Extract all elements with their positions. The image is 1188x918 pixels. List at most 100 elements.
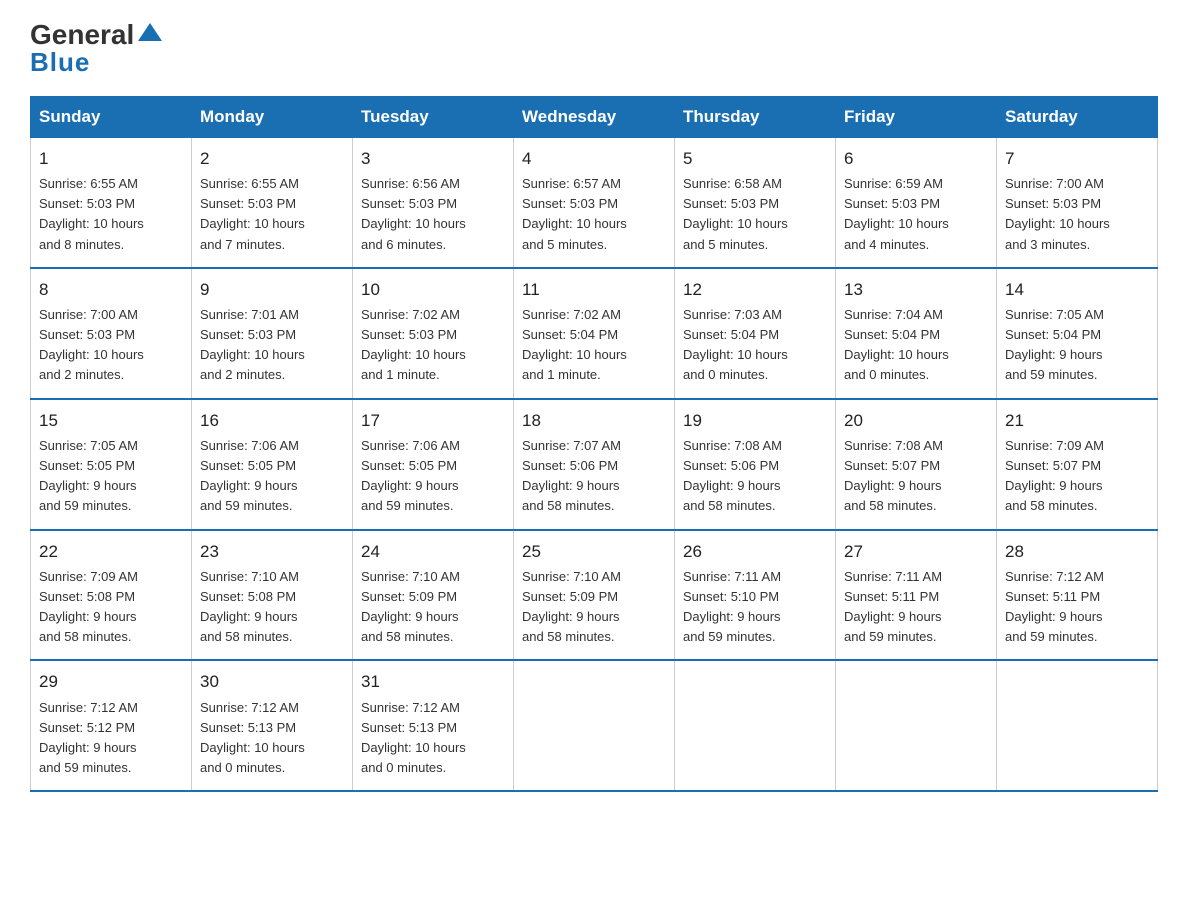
day-info: Sunrise: 6:57 AM Sunset: 5:03 PM Dayligh…	[522, 174, 666, 255]
day-number: 11	[522, 277, 666, 303]
day-number: 16	[200, 408, 344, 434]
day-info: Sunrise: 7:00 AM Sunset: 5:03 PM Dayligh…	[1005, 174, 1149, 255]
day-number: 12	[683, 277, 827, 303]
calendar-cell	[836, 660, 997, 791]
logo: General Blue	[30, 20, 164, 78]
calendar-cell: 4Sunrise: 6:57 AM Sunset: 5:03 PM Daylig…	[514, 137, 675, 267]
day-info: Sunrise: 7:12 AM Sunset: 5:12 PM Dayligh…	[39, 698, 183, 779]
calendar-cell: 15Sunrise: 7:05 AM Sunset: 5:05 PM Dayli…	[31, 399, 192, 530]
day-number: 18	[522, 408, 666, 434]
day-number: 6	[844, 146, 988, 172]
day-info: Sunrise: 7:06 AM Sunset: 5:05 PM Dayligh…	[361, 436, 505, 517]
day-number: 15	[39, 408, 183, 434]
day-number: 25	[522, 539, 666, 565]
header-monday: Monday	[192, 96, 353, 137]
day-info: Sunrise: 6:55 AM Sunset: 5:03 PM Dayligh…	[39, 174, 183, 255]
day-info: Sunrise: 7:12 AM Sunset: 5:13 PM Dayligh…	[200, 698, 344, 779]
calendar-cell: 31Sunrise: 7:12 AM Sunset: 5:13 PM Dayli…	[353, 660, 514, 791]
day-info: Sunrise: 7:05 AM Sunset: 5:04 PM Dayligh…	[1005, 305, 1149, 386]
page-header: General Blue	[30, 20, 1158, 78]
calendar-cell: 2Sunrise: 6:55 AM Sunset: 5:03 PM Daylig…	[192, 137, 353, 267]
calendar-cell: 26Sunrise: 7:11 AM Sunset: 5:10 PM Dayli…	[675, 530, 836, 661]
calendar-cell: 18Sunrise: 7:07 AM Sunset: 5:06 PM Dayli…	[514, 399, 675, 530]
calendar-cell: 7Sunrise: 7:00 AM Sunset: 5:03 PM Daylig…	[997, 137, 1158, 267]
day-info: Sunrise: 7:12 AM Sunset: 5:11 PM Dayligh…	[1005, 567, 1149, 648]
day-number: 5	[683, 146, 827, 172]
day-number: 26	[683, 539, 827, 565]
day-number: 27	[844, 539, 988, 565]
day-number: 2	[200, 146, 344, 172]
day-info: Sunrise: 7:08 AM Sunset: 5:07 PM Dayligh…	[844, 436, 988, 517]
calendar-cell: 14Sunrise: 7:05 AM Sunset: 5:04 PM Dayli…	[997, 268, 1158, 399]
calendar-week-row: 15Sunrise: 7:05 AM Sunset: 5:05 PM Dayli…	[31, 399, 1158, 530]
calendar-cell: 12Sunrise: 7:03 AM Sunset: 5:04 PM Dayli…	[675, 268, 836, 399]
day-info: Sunrise: 7:09 AM Sunset: 5:07 PM Dayligh…	[1005, 436, 1149, 517]
day-number: 13	[844, 277, 988, 303]
calendar-table: SundayMondayTuesdayWednesdayThursdayFrid…	[30, 96, 1158, 793]
header-thursday: Thursday	[675, 96, 836, 137]
calendar-cell: 19Sunrise: 7:08 AM Sunset: 5:06 PM Dayli…	[675, 399, 836, 530]
day-number: 20	[844, 408, 988, 434]
day-number: 21	[1005, 408, 1149, 434]
header-tuesday: Tuesday	[353, 96, 514, 137]
day-info: Sunrise: 7:06 AM Sunset: 5:05 PM Dayligh…	[200, 436, 344, 517]
logo-blue: Blue	[30, 47, 90, 78]
calendar-cell	[997, 660, 1158, 791]
day-number: 17	[361, 408, 505, 434]
day-number: 30	[200, 669, 344, 695]
calendar-cell: 6Sunrise: 6:59 AM Sunset: 5:03 PM Daylig…	[836, 137, 997, 267]
day-number: 14	[1005, 277, 1149, 303]
calendar-cell: 28Sunrise: 7:12 AM Sunset: 5:11 PM Dayli…	[997, 530, 1158, 661]
day-info: Sunrise: 7:12 AM Sunset: 5:13 PM Dayligh…	[361, 698, 505, 779]
calendar-cell: 8Sunrise: 7:00 AM Sunset: 5:03 PM Daylig…	[31, 268, 192, 399]
day-info: Sunrise: 7:02 AM Sunset: 5:03 PM Dayligh…	[361, 305, 505, 386]
day-info: Sunrise: 6:58 AM Sunset: 5:03 PM Dayligh…	[683, 174, 827, 255]
calendar-cell: 5Sunrise: 6:58 AM Sunset: 5:03 PM Daylig…	[675, 137, 836, 267]
calendar-cell: 25Sunrise: 7:10 AM Sunset: 5:09 PM Dayli…	[514, 530, 675, 661]
day-info: Sunrise: 7:03 AM Sunset: 5:04 PM Dayligh…	[683, 305, 827, 386]
calendar-week-row: 22Sunrise: 7:09 AM Sunset: 5:08 PM Dayli…	[31, 530, 1158, 661]
calendar-header-row: SundayMondayTuesdayWednesdayThursdayFrid…	[31, 96, 1158, 137]
day-info: Sunrise: 7:09 AM Sunset: 5:08 PM Dayligh…	[39, 567, 183, 648]
day-info: Sunrise: 7:05 AM Sunset: 5:05 PM Dayligh…	[39, 436, 183, 517]
day-info: Sunrise: 7:11 AM Sunset: 5:11 PM Dayligh…	[844, 567, 988, 648]
calendar-cell	[675, 660, 836, 791]
calendar-cell: 27Sunrise: 7:11 AM Sunset: 5:11 PM Dayli…	[836, 530, 997, 661]
day-number: 4	[522, 146, 666, 172]
header-wednesday: Wednesday	[514, 96, 675, 137]
day-number: 22	[39, 539, 183, 565]
day-number: 1	[39, 146, 183, 172]
logo-icon	[136, 19, 164, 47]
calendar-cell: 13Sunrise: 7:04 AM Sunset: 5:04 PM Dayli…	[836, 268, 997, 399]
calendar-week-row: 29Sunrise: 7:12 AM Sunset: 5:12 PM Dayli…	[31, 660, 1158, 791]
day-number: 9	[200, 277, 344, 303]
day-info: Sunrise: 6:59 AM Sunset: 5:03 PM Dayligh…	[844, 174, 988, 255]
calendar-cell: 21Sunrise: 7:09 AM Sunset: 5:07 PM Dayli…	[997, 399, 1158, 530]
calendar-cell: 23Sunrise: 7:10 AM Sunset: 5:08 PM Dayli…	[192, 530, 353, 661]
day-info: Sunrise: 7:07 AM Sunset: 5:06 PM Dayligh…	[522, 436, 666, 517]
calendar-cell: 10Sunrise: 7:02 AM Sunset: 5:03 PM Dayli…	[353, 268, 514, 399]
day-number: 19	[683, 408, 827, 434]
calendar-week-row: 8Sunrise: 7:00 AM Sunset: 5:03 PM Daylig…	[31, 268, 1158, 399]
day-info: Sunrise: 7:11 AM Sunset: 5:10 PM Dayligh…	[683, 567, 827, 648]
day-info: Sunrise: 7:02 AM Sunset: 5:04 PM Dayligh…	[522, 305, 666, 386]
header-saturday: Saturday	[997, 96, 1158, 137]
day-info: Sunrise: 7:01 AM Sunset: 5:03 PM Dayligh…	[200, 305, 344, 386]
calendar-cell: 17Sunrise: 7:06 AM Sunset: 5:05 PM Dayli…	[353, 399, 514, 530]
calendar-cell: 29Sunrise: 7:12 AM Sunset: 5:12 PM Dayli…	[31, 660, 192, 791]
calendar-cell: 1Sunrise: 6:55 AM Sunset: 5:03 PM Daylig…	[31, 137, 192, 267]
calendar-week-row: 1Sunrise: 6:55 AM Sunset: 5:03 PM Daylig…	[31, 137, 1158, 267]
calendar-cell: 24Sunrise: 7:10 AM Sunset: 5:09 PM Dayli…	[353, 530, 514, 661]
day-number: 7	[1005, 146, 1149, 172]
day-info: Sunrise: 7:10 AM Sunset: 5:08 PM Dayligh…	[200, 567, 344, 648]
day-info: Sunrise: 6:56 AM Sunset: 5:03 PM Dayligh…	[361, 174, 505, 255]
day-info: Sunrise: 7:10 AM Sunset: 5:09 PM Dayligh…	[522, 567, 666, 648]
calendar-cell: 3Sunrise: 6:56 AM Sunset: 5:03 PM Daylig…	[353, 137, 514, 267]
day-info: Sunrise: 7:04 AM Sunset: 5:04 PM Dayligh…	[844, 305, 988, 386]
calendar-cell: 30 Sunrise: 7:12 AM Sunset: 5:13 PM Dayli…	[192, 660, 353, 791]
calendar-cell	[514, 660, 675, 791]
day-number: 10	[361, 277, 505, 303]
day-number: 24	[361, 539, 505, 565]
day-info: Sunrise: 7:10 AM Sunset: 5:09 PM Dayligh…	[361, 567, 505, 648]
day-number: 28	[1005, 539, 1149, 565]
